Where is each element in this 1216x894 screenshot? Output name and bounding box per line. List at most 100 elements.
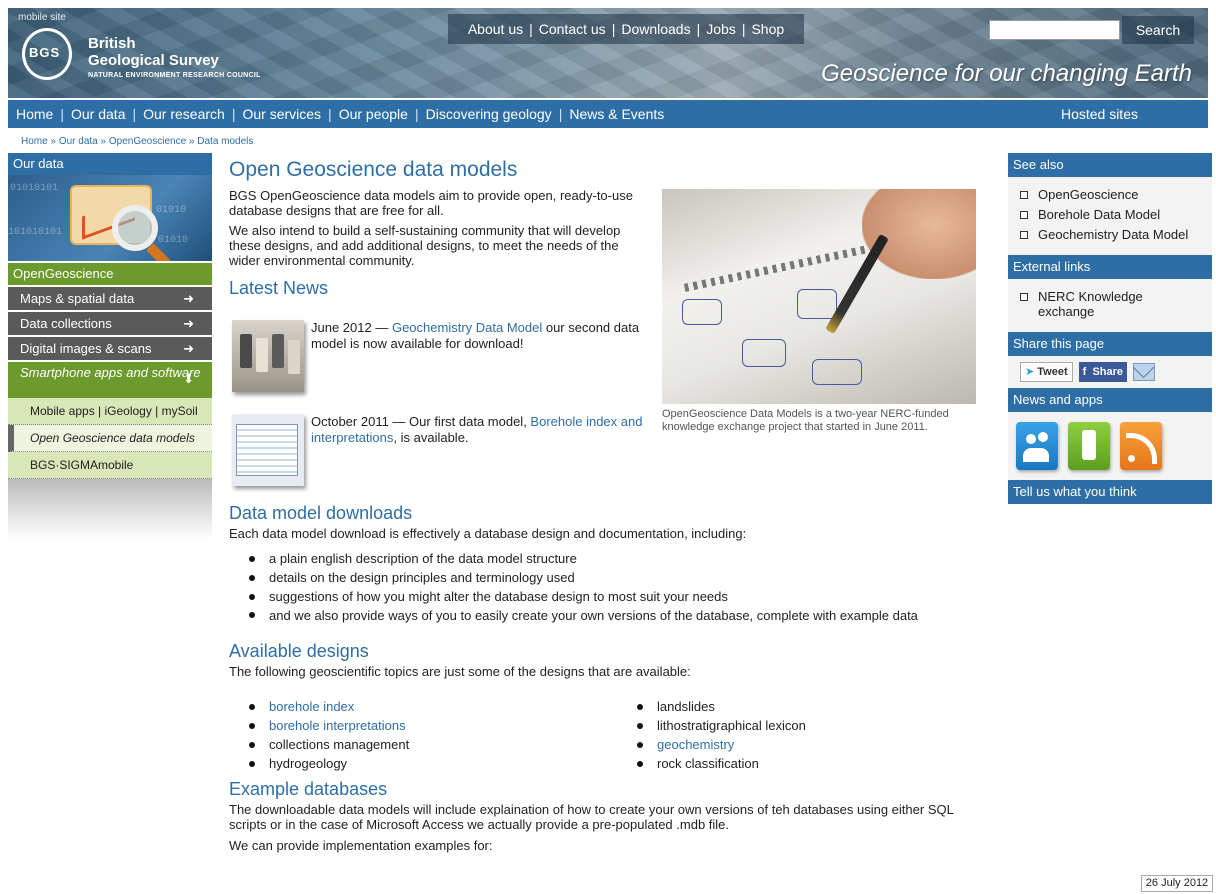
news-apps-heading: News and apps: [1008, 388, 1212, 412]
share-heading: Share this page: [1008, 332, 1212, 356]
photo-caption: OpenGeoscience Data Models is a two-year…: [662, 408, 949, 433]
breadcrumb-separator: »: [100, 136, 107, 147]
top-link-about[interactable]: About us: [468, 21, 523, 37]
news-thumbnail-bottles[interactable]: [232, 320, 304, 392]
breadcrumb-data-models[interactable]: Data models: [197, 136, 253, 147]
examples-heading: Example databases: [229, 779, 388, 799]
breadcrumb-our-data[interactable]: Our data: [59, 136, 98, 147]
nav-our-services[interactable]: Our services: [242, 106, 321, 122]
external-links-heading: External links: [1008, 255, 1212, 279]
design-link-borehole-index[interactable]: borehole index: [269, 699, 354, 714]
list-item: and we also provide ways of you to easil…: [249, 606, 939, 623]
mobile-phone-icon[interactable]: [1068, 422, 1110, 470]
see-also-list: OpenGeoscience Borehole Data Model Geoch…: [1008, 177, 1212, 255]
logo-name[interactable]: British Geological Survey: [88, 35, 219, 69]
sidebar-item-smartphone-apps[interactable]: Smartphone apps and software ⬇: [8, 362, 212, 398]
search-button[interactable]: Search: [1122, 16, 1194, 44]
arrow-right-icon: ➜: [183, 341, 194, 356]
news-thumbnail-screenshot[interactable]: [232, 414, 304, 486]
breadcrumb-separator: »: [50, 136, 57, 147]
downloads-heading: Data model downloads: [229, 503, 413, 523]
list-item: suggestions of how you might alter the d…: [249, 587, 939, 606]
left-sidebar: Our data 01010101 101010101 01010 01010 …: [8, 153, 212, 583]
external-links-list: NERC Knowledge exchange: [1008, 279, 1212, 332]
rss-feed-icon[interactable]: [1120, 422, 1162, 470]
nav-news-events[interactable]: News & Events: [569, 106, 664, 122]
list-item: collections management: [249, 735, 647, 754]
list-item: hydrogeology: [249, 754, 647, 773]
designs-heading: Available designs: [229, 641, 369, 661]
tell-us-button[interactable]: Tell us what you think: [1008, 480, 1212, 504]
nav-home[interactable]: Home: [16, 106, 53, 122]
share-buttons: ➤ Tweet f Share: [1008, 356, 1212, 388]
intro-paragraph-1: BGS OpenGeoscience data models aim to pr…: [229, 188, 633, 218]
logo-subtitle: NATURAL ENVIRONMENT RESEARCH COUNCIL: [88, 72, 261, 79]
facebook-share-button[interactable]: f Share: [1078, 362, 1128, 382]
arrow-right-icon: ➜: [183, 291, 194, 306]
sidebar-item-data-collections[interactable]: Data collections ➜: [8, 312, 212, 335]
arrow-right-icon: ➜: [183, 316, 194, 331]
intro-paragraph-2: We also intend to build a self-sustainin…: [229, 223, 621, 268]
top-link-shop[interactable]: Shop: [751, 21, 784, 37]
list-item: geochemistry: [637, 735, 806, 754]
right-sidebar: See also OpenGeoscience Borehole Data Mo…: [1008, 153, 1212, 504]
mobile-site-link[interactable]: mobile site: [18, 12, 66, 23]
see-also-link-opengeoscience[interactable]: OpenGeoscience: [1020, 187, 1202, 202]
list-item: rock classification: [637, 754, 806, 773]
site-header: mobile site British Geological Survey NA…: [8, 8, 1208, 98]
design-link-borehole-interpretations[interactable]: borehole interpretations: [269, 718, 406, 733]
sidebar-subitem-sigmamobile[interactable]: BGS·SIGMAmobile: [8, 452, 212, 479]
external-link-nerc[interactable]: NERC Knowledge exchange: [1020, 289, 1202, 319]
examples-text-2: We can provide implementation examples f…: [229, 838, 493, 853]
sidebar-item-digital-images[interactable]: Digital images & scans ➜: [8, 337, 212, 360]
page-title: Open Geoscience data models: [229, 158, 518, 181]
date-stamp: 26 July 2012: [1141, 875, 1213, 892]
list-item: lithostratigraphical lexicon: [637, 716, 806, 735]
nav-our-people[interactable]: Our people: [339, 106, 408, 122]
list-item: landslides: [637, 697, 806, 716]
facebook-icon: f: [1082, 366, 1087, 378]
top-link-jobs[interactable]: Jobs: [706, 21, 736, 37]
our-data-banner: 01010101 101010101 01010 01010: [8, 175, 212, 261]
downloads-list: a plain english description of the data …: [249, 549, 939, 623]
sidebar-subitem-mobile-apps[interactable]: Mobile apps | iGeology | mySoil: [8, 398, 212, 425]
breadcrumb: Home » Our data » OpenGeoscience » Data …: [21, 136, 253, 147]
twitter-bird-icon: ➤: [1025, 366, 1035, 378]
see-also-link-borehole[interactable]: Borehole Data Model: [1020, 207, 1202, 222]
design-link-geochemistry[interactable]: geochemistry: [657, 737, 734, 752]
nav-our-research[interactable]: Our research: [143, 106, 225, 122]
tagline: Geoscience for our changing Earth: [821, 60, 1192, 87]
downloads-intro: Each data model download is effectively …: [229, 526, 747, 541]
top-link-downloads[interactable]: Downloads: [621, 21, 690, 37]
bgs-logo-icon[interactable]: [22, 28, 72, 80]
see-also-link-geochemistry[interactable]: Geochemistry Data Model: [1020, 227, 1202, 242]
list-item: borehole index: [249, 697, 647, 716]
see-also-heading: See also: [1008, 153, 1212, 177]
news-link-geochemistry[interactable]: Geochemistry Data Model: [392, 320, 542, 335]
top-link-contact[interactable]: Contact us: [539, 21, 606, 37]
search-input[interactable]: [989, 20, 1120, 40]
nav-hosted-sites[interactable]: Hosted sites: [1061, 106, 1138, 122]
list-item: details on the design principles and ter…: [249, 568, 939, 587]
people-app-icon[interactable]: [1016, 422, 1058, 470]
main-content: Open Geoscience data models BGS OpenGeos…: [229, 158, 989, 853]
nav-discovering-geology[interactable]: Discovering geology: [426, 106, 552, 122]
breadcrumb-opengeoscience[interactable]: OpenGeoscience: [109, 136, 186, 147]
sidebar-subitem-data-models[interactable]: Open Geoscience data models: [8, 425, 212, 452]
sidebar-item-opengeoscience[interactable]: OpenGeoscience: [8, 263, 212, 285]
main-nav: Home | Our data | Our research | Our servic…: [8, 100, 1208, 128]
designs-intro: The following geoscientific topics are j…: [229, 664, 691, 679]
list-item: a plain english description of the data …: [249, 549, 939, 568]
sketch-photo: [662, 189, 976, 404]
apps-row: [1008, 412, 1212, 480]
arrow-down-icon: ⬇: [183, 371, 194, 386]
nav-our-data[interactable]: Our data: [71, 106, 125, 122]
tweet-button[interactable]: ➤ Tweet: [1020, 362, 1073, 382]
breadcrumb-home[interactable]: Home: [21, 136, 48, 147]
email-icon[interactable]: [1133, 363, 1156, 381]
list-item: borehole interpretations: [249, 716, 647, 735]
designs-columns: borehole index borehole interpretations …: [229, 697, 989, 773]
examples-text: The downloadable data models will includ…: [229, 802, 954, 832]
top-nav: About us | Contact us | Downloads | Jobs | S…: [448, 14, 804, 44]
sidebar-item-maps[interactable]: Maps & spatial data ➜: [8, 287, 212, 310]
